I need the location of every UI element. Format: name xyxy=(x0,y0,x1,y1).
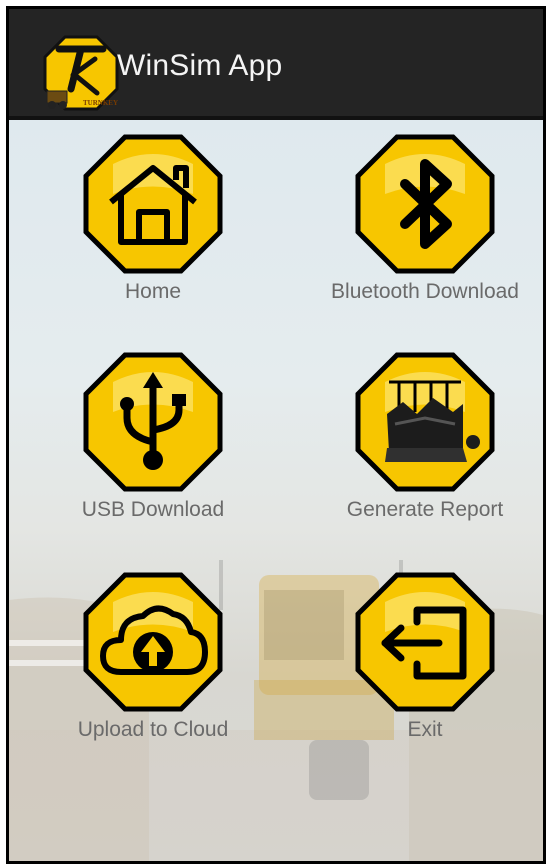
svg-text:TURNKEY: TURNKEY xyxy=(83,99,118,107)
upload-to-cloud-label: Upload to Cloud xyxy=(77,718,229,741)
generate-report-button[interactable]: Generate Report xyxy=(305,352,543,542)
app-title: WinSim App xyxy=(117,49,283,82)
app-logo-icon: TURNKEY xyxy=(43,35,119,111)
report-icon xyxy=(355,352,495,492)
usb-icon xyxy=(83,352,223,492)
app-window: TURNKEY WinSim App Home Bluetooth Downlo… xyxy=(6,6,546,864)
bluetooth-icon xyxy=(355,134,495,274)
home-icon xyxy=(83,134,223,274)
bluetooth-download-label: Bluetooth Download xyxy=(331,280,519,303)
home-label: Home xyxy=(124,280,182,303)
generate-report-label: Generate Report xyxy=(346,498,504,521)
usb-download-button[interactable]: USB Download xyxy=(33,352,273,542)
bluetooth-download-button[interactable]: Bluetooth Download xyxy=(305,134,543,324)
exit-button[interactable]: Exit xyxy=(305,572,543,762)
cloud-upload-icon xyxy=(83,572,223,712)
main-menu: Home Bluetooth Download USB Download Gen… xyxy=(9,120,543,861)
upload-to-cloud-button[interactable]: Upload to Cloud xyxy=(33,572,273,762)
usb-download-label: USB Download xyxy=(81,498,225,521)
exit-icon xyxy=(355,572,495,712)
home-button[interactable]: Home xyxy=(33,134,273,324)
exit-label: Exit xyxy=(407,718,443,741)
app-bar: TURNKEY WinSim App xyxy=(9,9,543,120)
